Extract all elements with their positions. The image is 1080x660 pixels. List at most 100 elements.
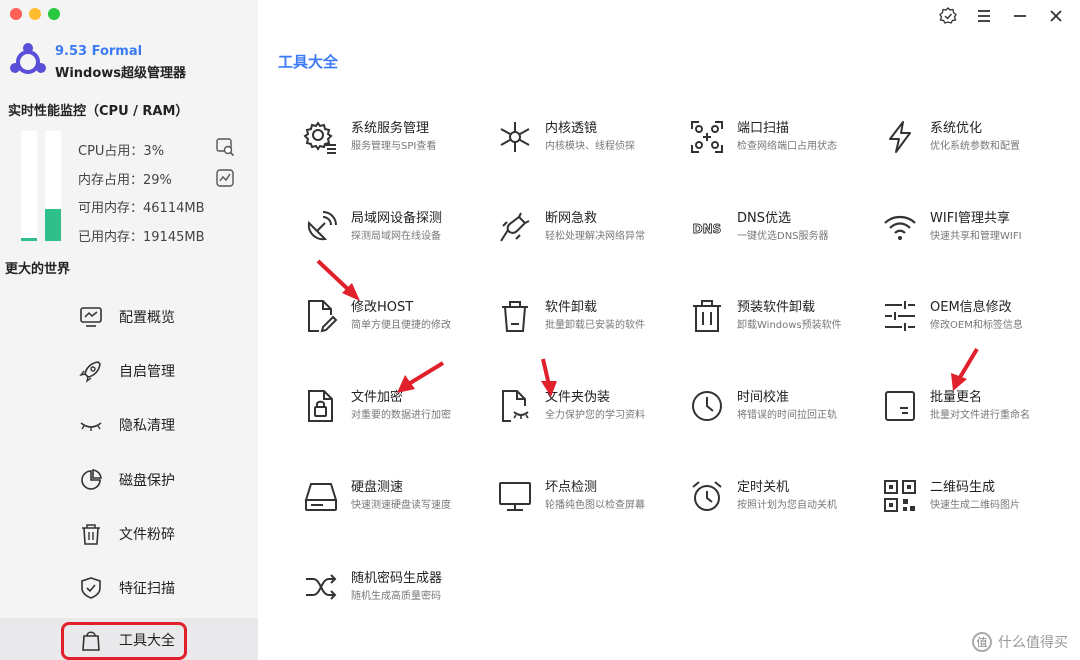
tool-name: 系统服务管理: [351, 121, 430, 136]
tool-dead-pixel[interactable]: 坏点检测 轮播纯色图以检查屏幕: [497, 474, 687, 524]
shield-check-icon: [81, 577, 101, 599]
tool-desc: 服务管理与SPI查看: [351, 141, 437, 152]
zoom-window-button[interactable]: [48, 8, 60, 20]
cpu-usage-text: CPU占用：3%: [78, 144, 165, 159]
tool-name: 随机密码生成器: [351, 571, 443, 586]
nav-item-privacy-clean[interactable]: 隐私清理: [0, 403, 258, 447]
tool-name: 软件卸载: [545, 300, 598, 315]
file-lock-icon: [308, 390, 333, 422]
minimize-window-button[interactable]: [29, 8, 41, 20]
alarm-icon: [692, 481, 722, 511]
hdd-icon: [304, 483, 338, 511]
tool-lan-detect[interactable]: 局域网设备探测 探测局域网在线设备: [303, 205, 493, 255]
nav-item-feature-scan[interactable]: 特征扫描: [0, 566, 258, 610]
tool-name: 系统优化: [930, 121, 983, 136]
tool-system-service[interactable]: 系统服务管理 服务管理与SPI查看: [303, 115, 493, 165]
tool-scheduled-shutdown[interactable]: 定时关机 按照计划为您自动关机: [689, 474, 879, 524]
qrcode-icon: [884, 480, 916, 512]
tool-kernel-lens[interactable]: 内核透镜 内核模块、线程侦探: [497, 115, 687, 165]
window-controls: [10, 8, 60, 20]
tool-file-encrypt[interactable]: 文件加密 对重要的数据进行加密: [303, 384, 493, 434]
tool-name: 文件夹伪装: [545, 390, 611, 405]
page-title: 工具大全: [278, 53, 339, 71]
monitor-chart-icon: [80, 307, 102, 327]
app-version: 9.53 Formal: [55, 44, 143, 59]
monitor-title: 实时性能监控（CPU / RAM）: [8, 104, 189, 119]
used-memory-text: 已用内存：19145MB: [78, 230, 205, 245]
tool-dns-optimize[interactable]: DNS DNS优选 一键优选DNS服务器: [689, 205, 879, 255]
tool-desc: 检查网络端口占用状态: [737, 141, 837, 152]
bin-icon: [502, 301, 528, 332]
watermark-text: 什么值得买: [998, 635, 1068, 651]
nav-item-config-overview[interactable]: 配置概览: [0, 295, 258, 339]
tool-desc: 按照计划为您自动关机: [737, 500, 837, 511]
tool-name: 预装软件卸载: [737, 300, 816, 315]
dns-glyph: DNS: [693, 222, 722, 236]
rocket-icon: [79, 361, 101, 383]
tool-qrcode[interactable]: 二维码生成 快速生成二维码图片: [882, 474, 1072, 524]
tool-system-optimize[interactable]: 系统优化 优化系统参数和配置: [882, 115, 1072, 165]
port-scan-icon: [691, 121, 723, 153]
monitor-search-icon[interactable]: [215, 137, 235, 157]
tool-folder-disguise[interactable]: 文件夹伪装 全力保护您的学习资料: [497, 384, 687, 434]
tool-desc: 快速共享和管理WIFI: [930, 231, 1022, 242]
tool-port-scan[interactable]: 端口扫描 检查网络端口占用状态: [689, 115, 879, 165]
tool-desc: 批量对文件进行重命名: [930, 410, 1030, 421]
tool-desc: 修改OEM和标签信息: [930, 320, 1023, 331]
tool-wifi-share[interactable]: WIFI管理共享 快速共享和管理WIFI: [882, 205, 1072, 255]
tool-desc: 内核模块、线程侦探: [545, 141, 635, 152]
tool-random-password[interactable]: 随机密码生成器 随机生成高质量密码: [303, 565, 493, 615]
tool-disk-speed[interactable]: 硬盘测速 快速测速硬盘读写速度: [303, 474, 493, 524]
nav-label: 配置概览: [119, 310, 175, 326]
tool-preinstalled-uninstall[interactable]: 预装软件卸载 卸载Windows预装软件: [689, 294, 879, 344]
trash-icon: [82, 524, 100, 545]
clock-icon: [692, 391, 722, 421]
nav-label: 文件粉碎: [119, 527, 175, 543]
nav-label: 磁盘保护: [119, 473, 175, 489]
menu-icon[interactable]: [974, 6, 994, 26]
lightning-icon: [889, 121, 911, 153]
tool-name: 坏点检测: [545, 480, 598, 495]
tool-name: 断网急救: [545, 211, 598, 226]
nav-label: 自启管理: [119, 364, 175, 380]
minimize-icon[interactable]: [1010, 6, 1030, 26]
bin-lines-icon: [693, 300, 721, 332]
tool-name: 文件加密: [351, 390, 404, 405]
memory-usage-fill: [45, 209, 61, 241]
close-window-button[interactable]: [10, 8, 22, 20]
tool-desc: 快速测速硬盘读写速度: [351, 500, 451, 511]
tool-time-sync[interactable]: 时间校准 将错误的时间拉回正轨: [689, 384, 879, 434]
tool-desc: 探测局域网在线设备: [351, 231, 441, 242]
tool-name: 时间校准: [737, 390, 790, 405]
tool-software-uninstall[interactable]: 软件卸载 批量卸载已安装的软件: [497, 294, 687, 344]
rename-icon: [885, 391, 915, 421]
memory-chart-icon[interactable]: [215, 168, 235, 188]
tool-name: DNS优选: [737, 211, 791, 226]
tool-desc: 一键优选DNS服务器: [737, 231, 829, 242]
tool-name: OEM信息修改: [930, 300, 1012, 315]
tool-desc: 全力保护您的学习资料: [545, 410, 645, 421]
tool-desc: 卸载Windows预装软件: [737, 320, 842, 331]
tool-desc: 轮播纯色图以检查屏幕: [545, 500, 645, 511]
tool-oem-edit[interactable]: OEM信息修改 修改OEM和标签信息: [882, 294, 1072, 344]
nav-item-file-shred[interactable]: 文件粉碎: [0, 512, 258, 556]
available-memory-text: 可用内存：46114MB: [78, 201, 205, 216]
nav-item-startup[interactable]: 自启管理: [0, 349, 258, 393]
dns-icon: DNS: [692, 222, 722, 237]
closed-eye-icon: [80, 422, 102, 431]
nav-item-disk-protect[interactable]: 磁盘保护: [0, 458, 258, 502]
tool-desc: 轻松处理解决网络异常: [545, 231, 645, 242]
badge-check-icon[interactable]: [938, 6, 958, 26]
tool-name: 内核透镜: [545, 121, 598, 136]
tool-name: 修改HOST: [351, 300, 414, 315]
pie-icon: [81, 469, 102, 490]
tool-desc: 将错误的时间拉回正轨: [737, 410, 837, 421]
tool-network-rescue[interactable]: 断网急救 轻松处理解决网络异常: [497, 205, 687, 255]
app-name: Windows超级管理器: [55, 66, 187, 81]
tool-desc: 批量卸载已安装的软件: [545, 320, 645, 331]
tool-batch-rename[interactable]: 批量更名 批量对文件进行重命名: [882, 384, 1072, 434]
watermark-logo-icon: 值: [972, 632, 992, 652]
tool-name: 定时关机: [737, 480, 790, 495]
tool-edit-host[interactable]: 修改HOST 简单方便且便捷的修改: [303, 294, 493, 344]
close-icon[interactable]: [1046, 6, 1066, 26]
